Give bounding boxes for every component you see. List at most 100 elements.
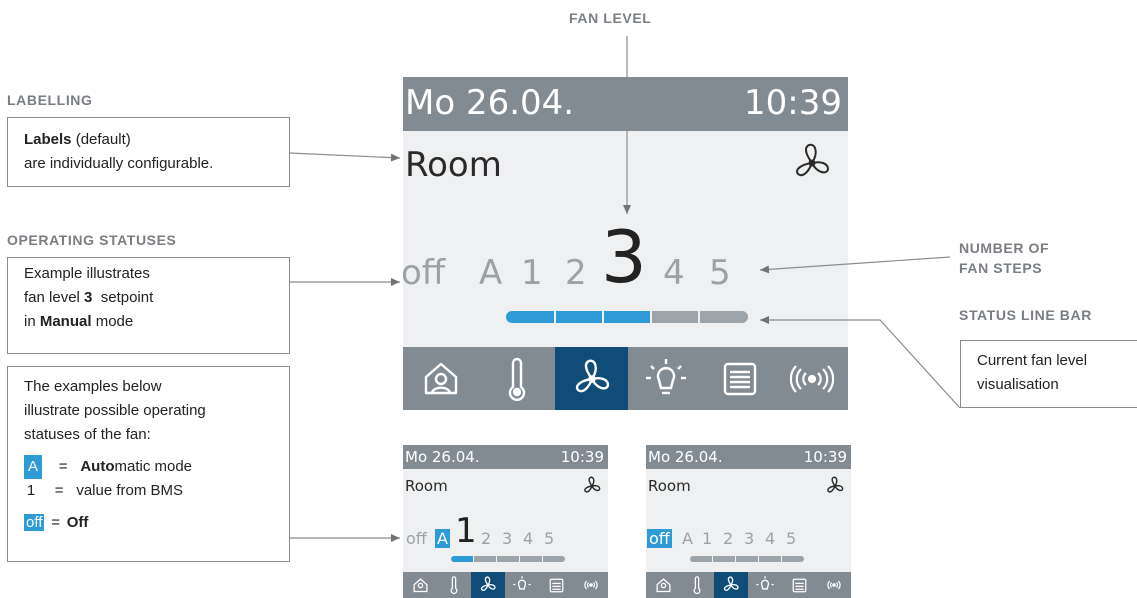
status-bar: Mo 26.04. 10:39 — [403, 77, 848, 131]
status-segment-1 — [506, 311, 554, 323]
statuses-legend-note: The examples below illustrate possible o… — [7, 366, 290, 562]
fan-level-heading: FAN LEVEL — [569, 10, 652, 26]
wireless-icon — [790, 364, 834, 393]
legend-1-text: value from BMS — [76, 482, 184, 499]
number-of-fan-steps-line2: FAN STEPS — [959, 260, 1043, 276]
date-display: Mo 26.04. — [405, 83, 575, 123]
example-off-nav-fan[interactable] — [714, 572, 748, 598]
example-line3-pre: in — [24, 313, 40, 330]
blinds-icon — [549, 578, 563, 592]
current-line1: Current fan level — [977, 352, 1088, 369]
example-auto-segment-4 — [520, 556, 542, 562]
example-auto-nav-fan[interactable] — [471, 572, 505, 598]
example-off-segment-5 — [782, 556, 804, 562]
example-off-nav-light[interactable] — [748, 572, 782, 598]
example-auto-level-4: 4 — [523, 529, 534, 548]
example-auto-segment-3 — [497, 556, 519, 562]
status-segment-2 — [556, 311, 602, 323]
blinds-icon — [723, 362, 757, 395]
legend-1-key: 1 — [26, 482, 36, 499]
example-auto-levels: off A 1 2 3 4 5 — [403, 511, 608, 551]
level-4: 4 — [663, 253, 685, 293]
example-auto-level-2: 2 — [481, 529, 492, 548]
below-line3: statuses of the fan: — [24, 426, 151, 443]
example-off-status-bar-line — [690, 556, 804, 562]
blinds-icon — [792, 578, 806, 592]
example-line3-bold: Manual — [39, 313, 92, 330]
example-auto-nav-blinds[interactable] — [539, 572, 573, 598]
example-auto-date: Mo 26.04. — [405, 448, 480, 466]
time-display: 10:39 — [744, 83, 842, 123]
example-off-level-3: 3 — [744, 529, 755, 548]
status-line-bar-heading: STATUS LINE BAR — [959, 307, 1092, 323]
legend-a-bold: Auto — [80, 458, 115, 475]
home-person-icon — [424, 362, 458, 394]
legend-a-key: A — [24, 455, 42, 479]
example-auto-nav-bar — [403, 572, 608, 598]
legend-1-eq: = — [54, 482, 64, 499]
operating-example-note: Example illustrates fan level 3 setpoint… — [7, 257, 290, 354]
example-off-nav-home[interactable] — [646, 572, 680, 598]
wireless-icon — [583, 580, 598, 590]
example-line2-pre: fan level — [24, 289, 85, 306]
fan-icon — [575, 359, 609, 392]
level-3-selected: 3 — [601, 215, 647, 299]
example-auto-nav-light[interactable] — [505, 572, 539, 598]
example-auto-nav-wireless[interactable] — [573, 572, 608, 598]
example-off-segment-4 — [759, 556, 781, 562]
example-line2-post: setpoint — [92, 289, 154, 306]
nav-blinds[interactable] — [704, 347, 776, 410]
main-device-screen: Mo 26.04. 10:39 Room off A 1 2 3 4 5 — [403, 77, 848, 410]
example-off-nav-bar — [646, 572, 851, 598]
example-off-levels: off A 1 2 3 4 5 — [646, 517, 851, 551]
example-auto-nav-home[interactable] — [403, 572, 437, 598]
nav-temperature[interactable] — [479, 347, 555, 410]
example-off-level-5: 5 — [786, 529, 797, 548]
example-auto-segment-1 — [451, 556, 473, 562]
example-off-level-2: 2 — [723, 529, 734, 548]
bottom-nav-bar — [403, 347, 848, 410]
example-off-room: Room — [648, 477, 691, 495]
status-segment-5 — [700, 311, 748, 323]
level-2: 2 — [565, 253, 587, 293]
below-line2: illustrate possible operating — [24, 402, 206, 419]
lightbulb-icon — [646, 358, 686, 394]
status-line-bar — [506, 311, 750, 323]
legend-a-eq: = — [58, 458, 68, 475]
labels-line2: are individually configurable. — [24, 155, 214, 172]
operating-statuses-heading: OPERATING STATUSES — [7, 232, 177, 248]
fan-level-row: off A 1 2 3 4 5 — [403, 215, 848, 305]
example-auto-status-bar: Mo 26.04. 10:39 — [403, 445, 608, 469]
example-auto-fan-icon — [581, 475, 603, 497]
nav-wireless[interactable] — [776, 347, 848, 410]
example-off-nav-temperature[interactable] — [680, 572, 714, 598]
example-auto-level-1: 1 — [455, 511, 477, 551]
current-fan-level-note: Current fan level visualisation — [960, 340, 1137, 408]
fan-icon — [723, 576, 739, 591]
labelling-arrow — [289, 152, 401, 162]
example-off-status-bar: Mo 26.04. 10:39 — [646, 445, 851, 469]
nav-fan[interactable] — [555, 347, 628, 410]
example-auto-room: Room — [405, 477, 448, 495]
home-person-icon — [412, 577, 428, 592]
nav-light[interactable] — [628, 347, 704, 410]
nav-home[interactable] — [403, 347, 479, 410]
thermometer-icon — [508, 357, 526, 401]
wireless-icon — [826, 580, 841, 590]
example-auto-segment-5 — [543, 556, 565, 562]
labels-default: (default) — [71, 131, 131, 148]
legend-off-key: off — [24, 514, 45, 531]
example-off-nav-blinds[interactable] — [782, 572, 816, 598]
labels-bold: Labels — [24, 131, 72, 148]
example-off-nav-wireless[interactable] — [816, 572, 851, 598]
example-auto-level-3: 3 — [502, 529, 513, 548]
example-off-segment-2 — [713, 556, 735, 562]
example-auto-nav-temperature[interactable] — [437, 572, 471, 598]
legend-a-rest: matic mode — [114, 458, 193, 475]
example-auto-screen: Mo 26.04. 10:39 Room off A 1 2 3 4 5 — [403, 445, 608, 598]
room-label: Room — [405, 145, 502, 185]
home-person-icon — [655, 577, 671, 592]
example-auto-level-5: 5 — [544, 529, 555, 548]
thermometer-icon — [693, 576, 701, 594]
example-auto-segment-2 — [474, 556, 496, 562]
